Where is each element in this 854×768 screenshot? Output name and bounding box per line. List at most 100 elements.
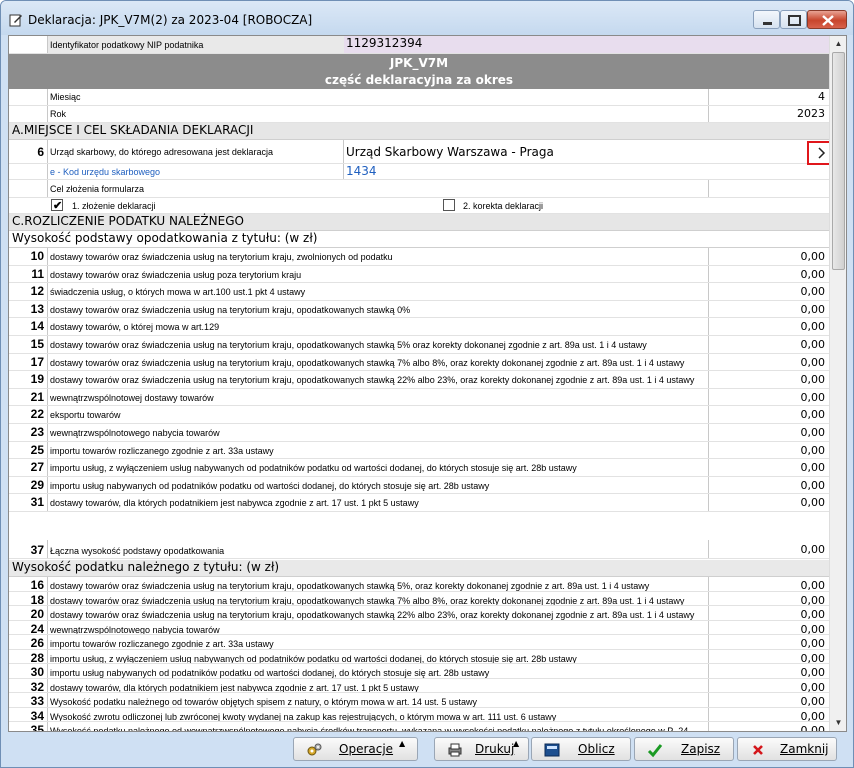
total-row: 37 Łączna wysokość podstawy opodatkowani… xyxy=(9,540,829,559)
operations-button[interactable]: Operacje ▲ xyxy=(293,737,418,761)
field-description: importu towarów rozliczanego zgodnie z a… xyxy=(47,635,708,649)
scroll-up-icon[interactable]: ▲ xyxy=(831,36,846,51)
field-number: 30 xyxy=(30,665,44,679)
field-number: 29 xyxy=(30,477,44,492)
vertical-scrollbar[interactable]: ▲ ▼ xyxy=(829,36,846,731)
field-description: importu usług, z wyłączeniem usług nabyw… xyxy=(47,649,708,663)
field-value[interactable]: 0,00 xyxy=(708,371,828,388)
field-value[interactable]: 0,00 xyxy=(708,620,828,636)
field-number: 35 xyxy=(30,723,44,731)
field-value[interactable]: 0,00 xyxy=(708,459,828,476)
nip-label: Identyfikator podatkowy NIP podatnika xyxy=(47,36,344,53)
tax-office-value[interactable]: Urząd Skarbowy Warszawa - Praga xyxy=(343,140,799,163)
declaration-window: Deklaracja: JPK_V7M(2) za 2023-04 [ROBOC… xyxy=(0,0,854,768)
field-number: 16 xyxy=(30,578,44,592)
tax-subsection-title: Wysokość podatku należnego z tytułu: (w … xyxy=(9,560,829,577)
form-name: JPK_V7M xyxy=(389,56,449,70)
close-button[interactable]: Zamknij xyxy=(737,737,837,761)
field-value[interactable]: 0,00 xyxy=(708,353,828,371)
field-description: wewnątrzwspólnotowej dostawy towarów xyxy=(47,388,708,406)
field-value[interactable]: 0,00 xyxy=(708,388,828,406)
office-code-value[interactable]: 1434 xyxy=(343,164,829,179)
field-description: dostawy towarów oraz świadczenia usług n… xyxy=(47,606,708,620)
field-value[interactable]: 0,00 xyxy=(708,577,828,592)
bottom-toolbar: Operacje ▲ Drukuj ▲ Oblicz Zapisz Zamkni… xyxy=(1,734,853,767)
field-description: Wysokość zwrotu odliczonej lub zwróconej… xyxy=(47,707,708,721)
field-number: 21 xyxy=(30,389,44,404)
field-value[interactable]: 0,00 xyxy=(708,591,828,607)
minimize-button[interactable] xyxy=(753,10,780,29)
field-value[interactable]: 0,00 xyxy=(708,300,828,318)
field-value[interactable]: 0,00 xyxy=(708,635,828,650)
field-value[interactable]: 0,00 xyxy=(708,649,828,665)
field-value[interactable]: 0,00 xyxy=(708,424,828,441)
document-edit-icon xyxy=(9,14,22,27)
title-bar[interactable]: Deklaracja: JPK_V7M(2) za 2023-04 [ROBOC… xyxy=(1,1,853,35)
close-window-button[interactable] xyxy=(807,10,847,29)
field-value[interactable]: 0,00 xyxy=(708,248,828,265)
field-value[interactable]: 0,00 xyxy=(708,707,828,723)
close-x-icon xyxy=(753,745,763,755)
field-value[interactable]: 0,00 xyxy=(708,606,828,621)
caret-up-icon: ▲ xyxy=(399,739,406,748)
field-value[interactable]: 0,00 xyxy=(708,722,828,731)
select-tax-office-button[interactable] xyxy=(807,141,829,165)
year-row: Rok 2023 xyxy=(9,106,829,123)
maximize-icon xyxy=(788,15,801,26)
table-row: 17 dostawy towarów oraz świadczenia usług… xyxy=(9,353,829,372)
scroll-thumb[interactable] xyxy=(832,52,845,270)
print-label: Drukuj xyxy=(475,742,515,756)
save-button[interactable]: Zapisz xyxy=(634,737,734,761)
field-number: 26 xyxy=(30,636,44,650)
checkbox-submission[interactable]: ✔ xyxy=(51,199,63,212)
month-value[interactable]: 4 xyxy=(708,89,828,105)
field-value[interactable]: 0,00 xyxy=(708,318,828,335)
table-row: 29 importu usług nabywanych od podatników… xyxy=(9,476,829,495)
form-header-band: JPK_V7M część deklaracyjna za okres xyxy=(9,54,829,89)
table-row: 26 importu towarów rozliczanego zgodnie z… xyxy=(9,635,829,650)
table-row: 28 importu usług, z wyłączeniem usług nab… xyxy=(9,649,829,665)
field-value[interactable]: 0,00 xyxy=(708,406,828,423)
month-label: Miesiąc xyxy=(47,89,708,105)
declaration-grid: Identyfikator podatkowy NIP podatnika 11… xyxy=(9,36,829,731)
field-value[interactable]: 0,00 xyxy=(708,441,828,459)
scroll-down-icon[interactable]: ▼ xyxy=(831,715,846,730)
field-value[interactable]: 0,00 xyxy=(708,476,828,494)
field-description: dostawy towarów oraz świadczenia usług n… xyxy=(47,591,708,605)
table-row: 10 dostawy towarów oraz świadczenia usług… xyxy=(9,248,829,266)
field-number: 13 xyxy=(30,301,44,316)
field-number: 17 xyxy=(30,354,44,369)
field-number: 20 xyxy=(30,607,44,621)
field-number: 32 xyxy=(30,679,44,694)
field-number: 10 xyxy=(30,249,44,263)
maximize-button[interactable] xyxy=(780,10,807,29)
total-value[interactable]: 0,00 xyxy=(708,540,828,558)
chevron-right-icon xyxy=(818,147,826,159)
field-value[interactable]: 0,00 xyxy=(708,265,828,283)
calculate-button[interactable]: Oblicz xyxy=(531,737,631,761)
field-value[interactable]: 0,00 xyxy=(708,494,828,511)
table-row: 35 Wysokość podatku należnego od wewnątrz… xyxy=(9,722,829,731)
table-row: 15 dostawy towarów oraz świadczenia usług… xyxy=(9,336,829,354)
print-button[interactable]: Drukuj ▲ xyxy=(434,737,529,761)
field-value[interactable]: 0,00 xyxy=(708,693,828,708)
nip-value[interactable]: 1129312394 xyxy=(344,36,829,53)
table-row: 30 importu usług nabywanych od podatników… xyxy=(9,664,829,679)
form-area: Identyfikator podatkowy NIP podatnika 11… xyxy=(8,35,847,732)
field-value[interactable]: 0,00 xyxy=(708,664,828,679)
table-row: 12 świadczenia usług, o których mowa w ar… xyxy=(9,283,829,301)
caret-up-icon: ▲ xyxy=(513,739,520,748)
table-row: 24 wewnątrzwspólnotowego nabycia towarów 0… xyxy=(9,620,829,636)
close-icon xyxy=(822,15,834,26)
field-value[interactable]: 0,00 xyxy=(708,283,828,300)
checkbox-correction[interactable] xyxy=(443,199,455,211)
gears-icon xyxy=(307,743,322,756)
checkmark-icon: ✔ xyxy=(53,200,63,212)
field-description: dostawy towarów oraz świadczenia usług n… xyxy=(47,577,708,591)
field-value[interactable]: 0,00 xyxy=(708,336,828,353)
field-value[interactable]: 0,00 xyxy=(708,678,828,694)
year-value[interactable]: 2023 xyxy=(708,106,828,122)
field-number: 24 xyxy=(30,621,44,636)
total-number: 37 xyxy=(30,543,44,557)
purpose-row: Cel złożenia formularza xyxy=(9,180,829,198)
